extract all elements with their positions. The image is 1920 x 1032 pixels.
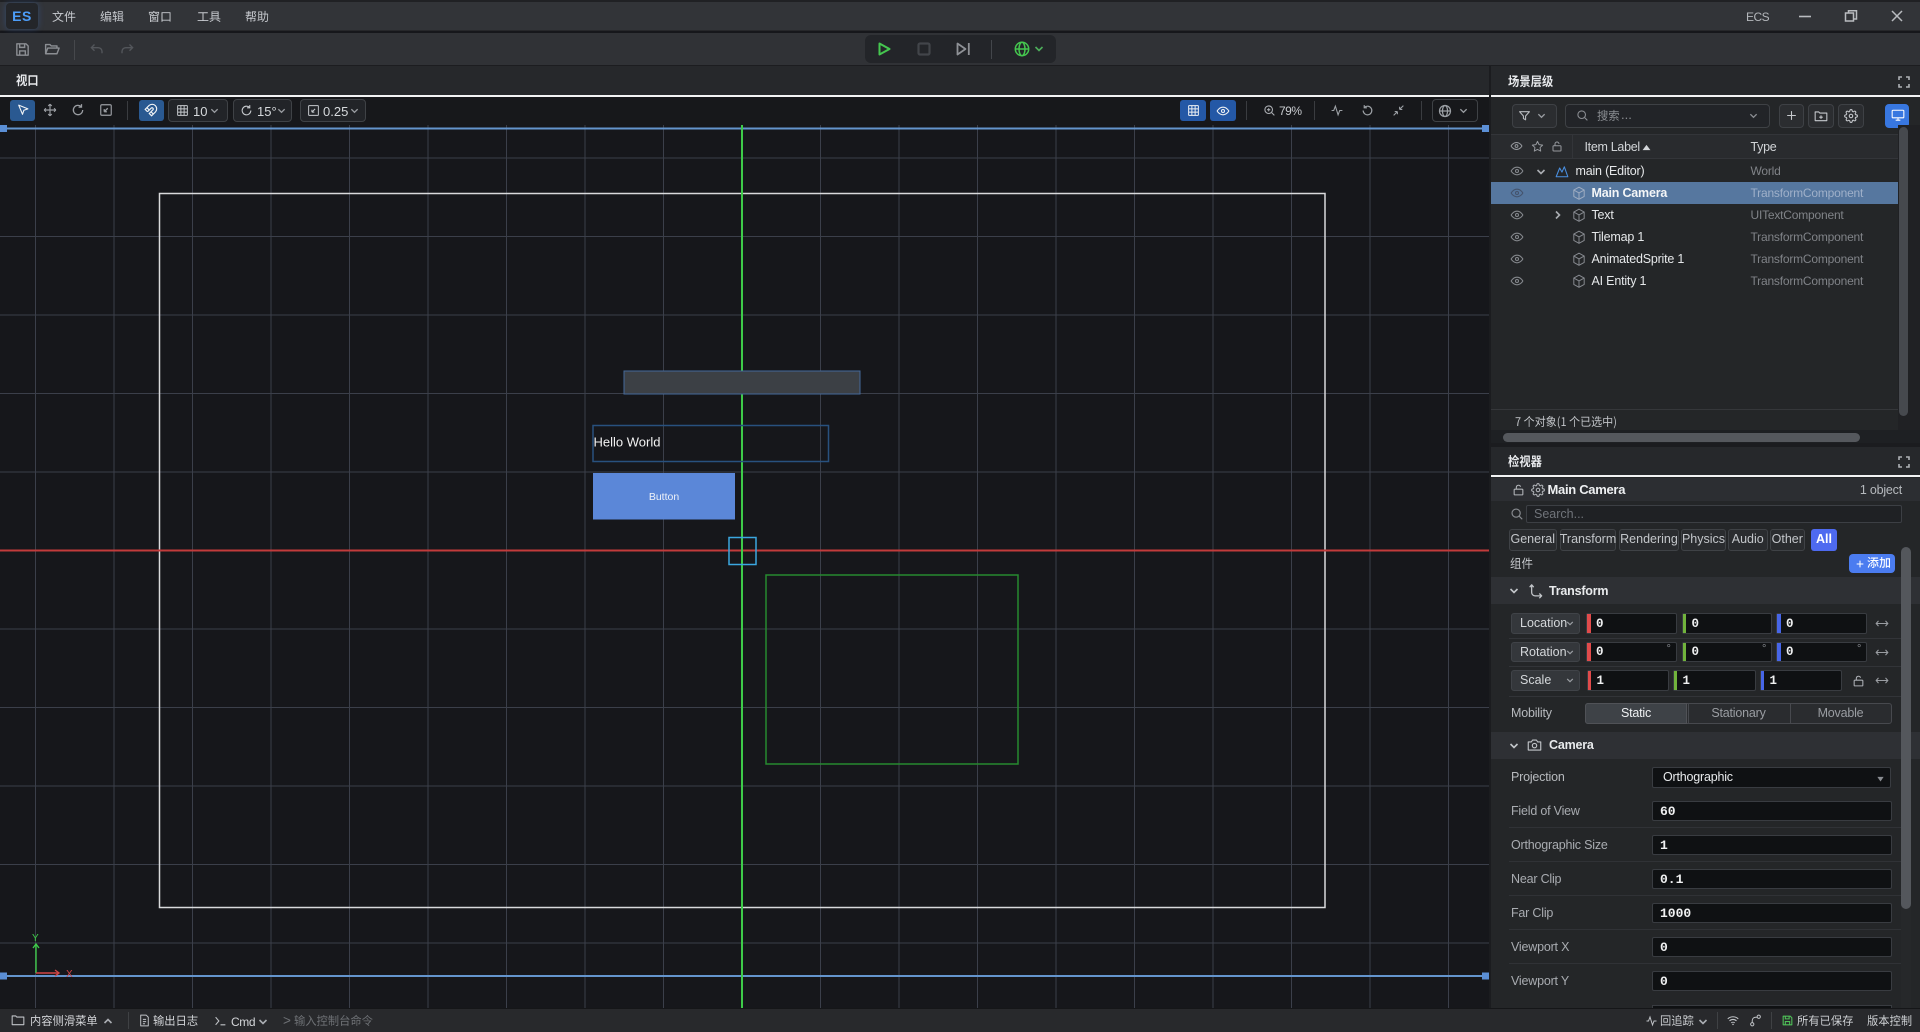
svg-text:Button: Button: [649, 491, 680, 503]
svg-text:Hello World: Hello World: [594, 435, 661, 450]
svg-text:Y: Y: [32, 933, 39, 944]
svg-text:X: X: [66, 969, 73, 980]
